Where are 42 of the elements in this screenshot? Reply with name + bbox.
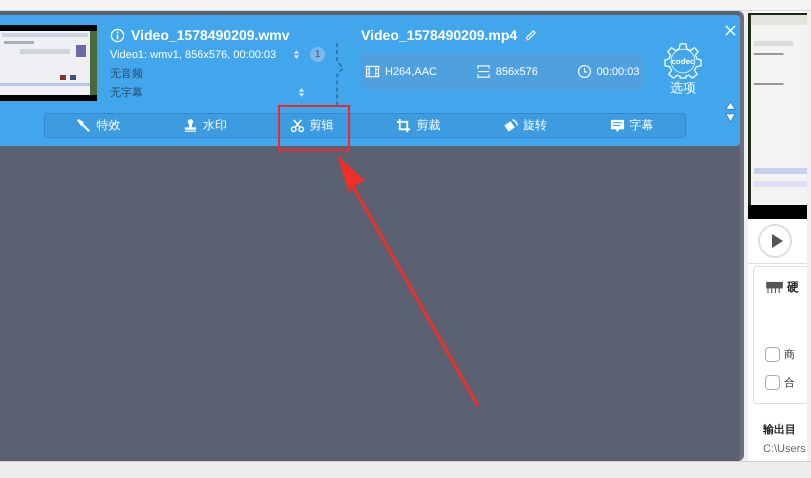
- pencil-icon[interactable]: [523, 28, 538, 42]
- subtitle-select[interactable]: 无字幕: [110, 85, 298, 100]
- output-folder-path[interactable]: C:\Users: [763, 443, 807, 455]
- play-icon: [770, 233, 784, 249]
- move-arrows-icon[interactable]: [724, 99, 736, 125]
- subtitle-icon: [610, 118, 625, 133]
- resolution-value: 856x576: [496, 66, 538, 78]
- toolbar-button[interactable]: 剪辑: [282, 114, 342, 137]
- codec-options-button[interactable]: codec 选项: [655, 25, 710, 101]
- audio-track-label: 无音频: [110, 66, 144, 81]
- section-title: 硬: [787, 279, 799, 296]
- rotate-icon: [503, 118, 518, 133]
- video-stream-select[interactable]: Video1: wmv1, 856x576, 00:00:03: [110, 48, 294, 60]
- crop-icon: [396, 118, 412, 133]
- option-label: 合: [784, 376, 795, 390]
- gear-icon: [664, 41, 702, 79]
- checkbox[interactable]: [765, 374, 780, 390]
- checkbox[interactable]: [765, 346, 780, 362]
- sort-arrows-icon[interactable]: [293, 49, 300, 60]
- chip-icon: [765, 281, 784, 294]
- toolbar-button[interactable]: 剪裁: [388, 114, 448, 137]
- play-button[interactable]: [758, 224, 792, 258]
- toolbar-button[interactable]: 字幕: [602, 114, 662, 137]
- sort-arrows-icon[interactable]: [298, 87, 305, 98]
- stamp-icon: [183, 118, 198, 133]
- duration-value: 00:00:03: [596, 66, 640, 78]
- option-label: 商: [784, 348, 795, 362]
- output-folder-label: 输出目: [763, 422, 797, 437]
- resolution-icon: [476, 64, 491, 79]
- toolbar-button[interactable]: 特效: [68, 114, 128, 137]
- stream-count-badge: 1: [310, 47, 325, 62]
- film-icon: [365, 64, 380, 79]
- close-icon[interactable]: [724, 25, 736, 36]
- output-file-name: Video_1578490209.mp4: [361, 27, 518, 43]
- codec-value: H264,AAC: [385, 66, 437, 78]
- magic-wand-icon: [76, 118, 92, 133]
- clock-icon: [576, 64, 592, 79]
- toolbar-button[interactable]: 旋转: [495, 114, 556, 137]
- toolbar-button[interactable]: 水印: [175, 114, 235, 137]
- info-icon[interactable]: [110, 28, 125, 42]
- scissors-icon: [290, 118, 305, 133]
- source-file-name: Video_1578490209.wmv: [131, 27, 290, 43]
